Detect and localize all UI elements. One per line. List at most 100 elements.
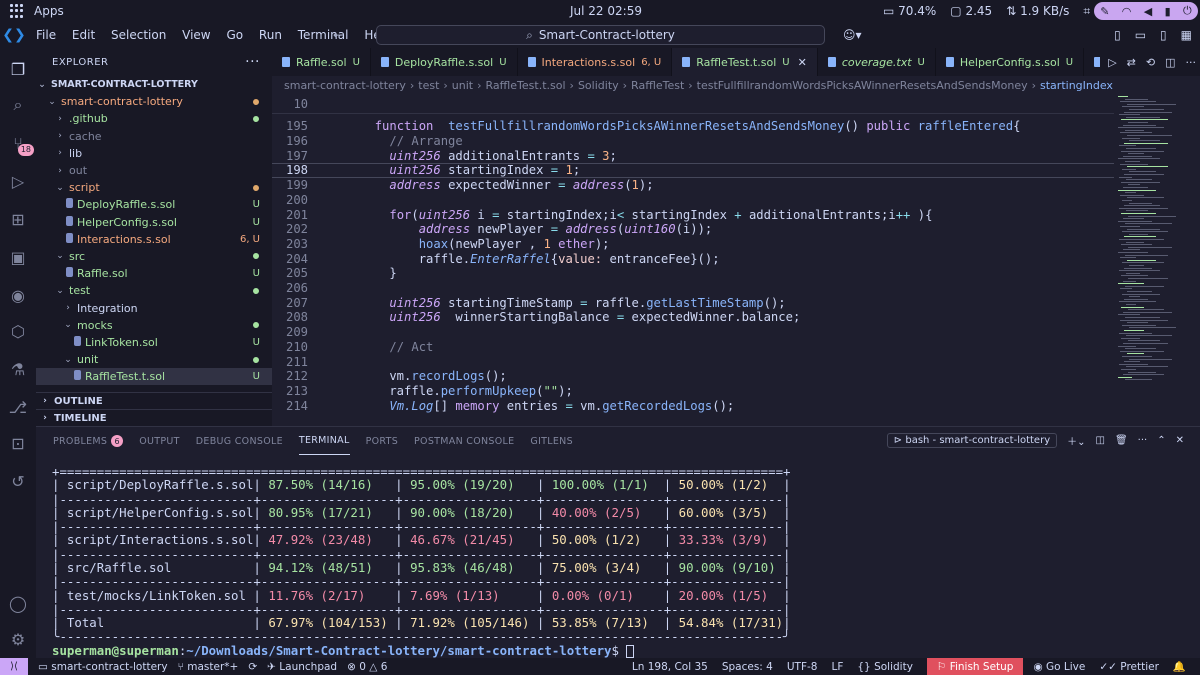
go-live-button[interactable]: ◉ Go Live [1033,661,1085,673]
maximize-panel-icon[interactable]: ⌃ [1157,435,1165,446]
terminal-selector[interactable]: ⊳ bash - smart-contract-lottery [886,433,1058,448]
postman-icon[interactable]: ◉ [7,284,29,306]
breadcrumb-item[interactable]: startingIndex [1040,79,1113,92]
code-line[interactable]: 203 hoax(newPlayer , 1 ether); [272,237,1114,252]
language-mode[interactable]: {} Solidity [857,661,913,673]
editor-tab[interactable]: Interactions.s.sol 6, U [518,48,673,76]
code-line[interactable]: 209 [272,325,1114,340]
tree-file[interactable]: Raffle.sol U [36,265,272,282]
run-file-icon[interactable]: ▷ [1108,56,1116,69]
panel-tab[interactable]: PROBLEMS 6 [53,427,124,455]
breadcrumb-item[interactable]: test [418,79,439,92]
minimap[interactable] [1114,94,1190,426]
tree-folder[interactable]: ⌄ script [36,179,272,196]
menu-run[interactable]: Run [259,28,282,42]
code-line[interactable]: 204 raffle.EnterRaffel{value: entranceFe… [272,251,1114,266]
extensions-icon[interactable]: ⊞ [7,208,29,230]
menu-go[interactable]: Go [226,28,243,42]
tree-folder[interactable]: › cache [36,128,272,145]
copilot-icon[interactable]: ☺▾ [843,28,862,42]
menu-edit[interactable]: Edit [72,28,95,42]
breadcrumb-item[interactable]: testFullfillrandomWordsPicksAWinnerReset… [697,79,1028,92]
testing-icon[interactable]: ⚗ [7,358,29,380]
tree-file[interactable]: LinkToken.sol U [36,334,272,351]
trash-icon[interactable]: 🗑 [1115,435,1128,446]
outline-section[interactable]: › OUTLINE [36,392,272,409]
panel-tab[interactable]: DEBUG CONSOLE [196,427,283,455]
breadcrumb-item[interactable]: smart-contract-lottery [284,79,406,92]
remote-explorer-icon[interactable]: ▣ [7,246,29,268]
os-clock[interactable]: Jul 22 02:59 [570,4,642,18]
editor-tab[interactable]: Raffle.sol U [272,48,371,76]
crop-icon[interactable]: ⌗ [1083,4,1090,19]
panel-tab[interactable]: OUTPUT [139,427,180,455]
line-ending[interactable]: LF [831,661,843,673]
toggle-panel-icon[interactable]: ▭ [1135,28,1146,42]
project-indicator[interactable]: ▭ smart-contract-lottery [38,661,168,673]
breadcrumb-item[interactable]: RaffleTest [631,79,684,92]
code-line[interactable]: 201 for(uint256 i = startingIndex;i< sta… [272,207,1114,222]
git-branch[interactable]: ⑂ master*+ [178,661,239,673]
tree-folder[interactable]: ⌄ test [36,282,272,299]
database-icon[interactable]: ⬡ [7,320,29,342]
editor-tab[interactable]: DeployRaffle.s.sol U [371,48,518,76]
tree-file[interactable]: RaffleTest.t.sol U [36,368,272,386]
more-actions-icon[interactable]: ··· [245,54,260,70]
cursor-position[interactable]: Ln 198, Col 35 [632,661,708,673]
code-line[interactable]: 213 raffle.performUpkeep(""); [272,384,1114,399]
code-line[interactable]: 200 [272,193,1114,208]
tree-file[interactable]: Interactions.s.sol 6, U [36,231,272,248]
editor-scrollbar[interactable] [1190,94,1200,426]
panel-tab[interactable]: POSTMAN CONSOLE [414,427,514,455]
panel-tab[interactable]: PORTS [366,427,398,455]
live-share-icon[interactable]: ↺ [7,470,29,492]
timeline-section[interactable]: › TIMELINE [36,409,272,426]
tree-folder[interactable]: › lib [36,145,272,162]
editor-tab[interactable]: RaffleTest.t.sol U ✕ [672,48,818,76]
tree-folder[interactable]: › Integration [36,299,272,316]
sync-icon[interactable]: ⟳ [248,661,257,673]
menu-selection[interactable]: Selection [111,28,166,42]
code-line[interactable]: 214 Vm.Log[] memory entries = vm.getReco… [272,398,1114,413]
tree-folder[interactable]: › .github [36,110,272,127]
terminal-output[interactable]: +=======================================… [52,465,1182,658]
gitlens-icon[interactable]: ⎇ [7,396,29,418]
editor-tab[interactable]: HelperConfig.s.sol U [936,48,1085,76]
toggle-sidebar-icon[interactable]: ▯ [1114,28,1121,42]
terminal-prompt[interactable]: superman@superman:~/Downloads/Smart-Cont… [52,643,635,658]
tree-folder[interactable]: ⌄ smart-contract-lottery [36,93,272,110]
menu-view[interactable]: View [182,28,210,42]
new-terminal-icon[interactable]: ＋⌄ [1067,433,1085,448]
remote-indicator-icon[interactable]: ⟩⟨ [0,658,28,675]
close-panel-icon[interactable]: ✕ [1176,435,1184,446]
tree-file[interactable]: HelperConfig.s.sol U [36,214,272,231]
code-line[interactable]: 202 address newPlayer = address(uint160(… [272,222,1114,237]
apps-label[interactable]: Apps [34,4,64,18]
code-line[interactable]: 206 [272,281,1114,296]
explorer-files-icon[interactable]: ❐ [7,58,29,80]
compare-icon[interactable]: ⇄ [1127,56,1136,69]
editor-tab[interactable]: coverage.txt U [818,48,936,76]
code-line[interactable]: 196 // Arrange [272,134,1114,149]
indentation[interactable]: Spaces: 4 [722,661,773,673]
system-tray[interactable]: ✎ ◠ ◀ ▮ ⏻ [1094,2,1198,20]
panel-tab[interactable]: TERMINAL [298,427,350,455]
search-activity-icon[interactable]: ⌕ [7,94,29,116]
panel-tab[interactable]: GITLENS [530,427,573,455]
back-arrow-icon[interactable]: ← [333,28,343,42]
source-control-icon[interactable]: ⑂ 18 [7,132,34,156]
code-line[interactable]: 210 // Act [272,340,1114,355]
code-line[interactable]: 199 address expectedWinner = address(1); [272,178,1114,193]
split-terminal-icon[interactable]: ◫ [1096,435,1105,446]
account-icon[interactable]: ◯ [7,592,29,614]
sticky-scroll-header[interactable]: 10 [272,94,1114,114]
launchpad[interactable]: ✈ Launchpad [267,661,337,673]
finish-setup-button[interactable]: ⚐ Finish Setup [926,658,1024,675]
code-editor[interactable]: 10 195 function testFullfillrandomWordsP… [272,94,1200,426]
tree-file[interactable]: DeployRaffle.s.sol U [36,196,272,213]
code-line[interactable]: 211 [272,354,1114,369]
run-debug-icon[interactable]: ▷ [7,170,29,192]
prettier-status[interactable]: ✓✓ Prettier [1099,661,1159,673]
code-line[interactable]: 208 uint256 winnerStartingBalance = expe… [272,310,1114,325]
split-editor-icon[interactable]: ◫ [1165,56,1175,69]
